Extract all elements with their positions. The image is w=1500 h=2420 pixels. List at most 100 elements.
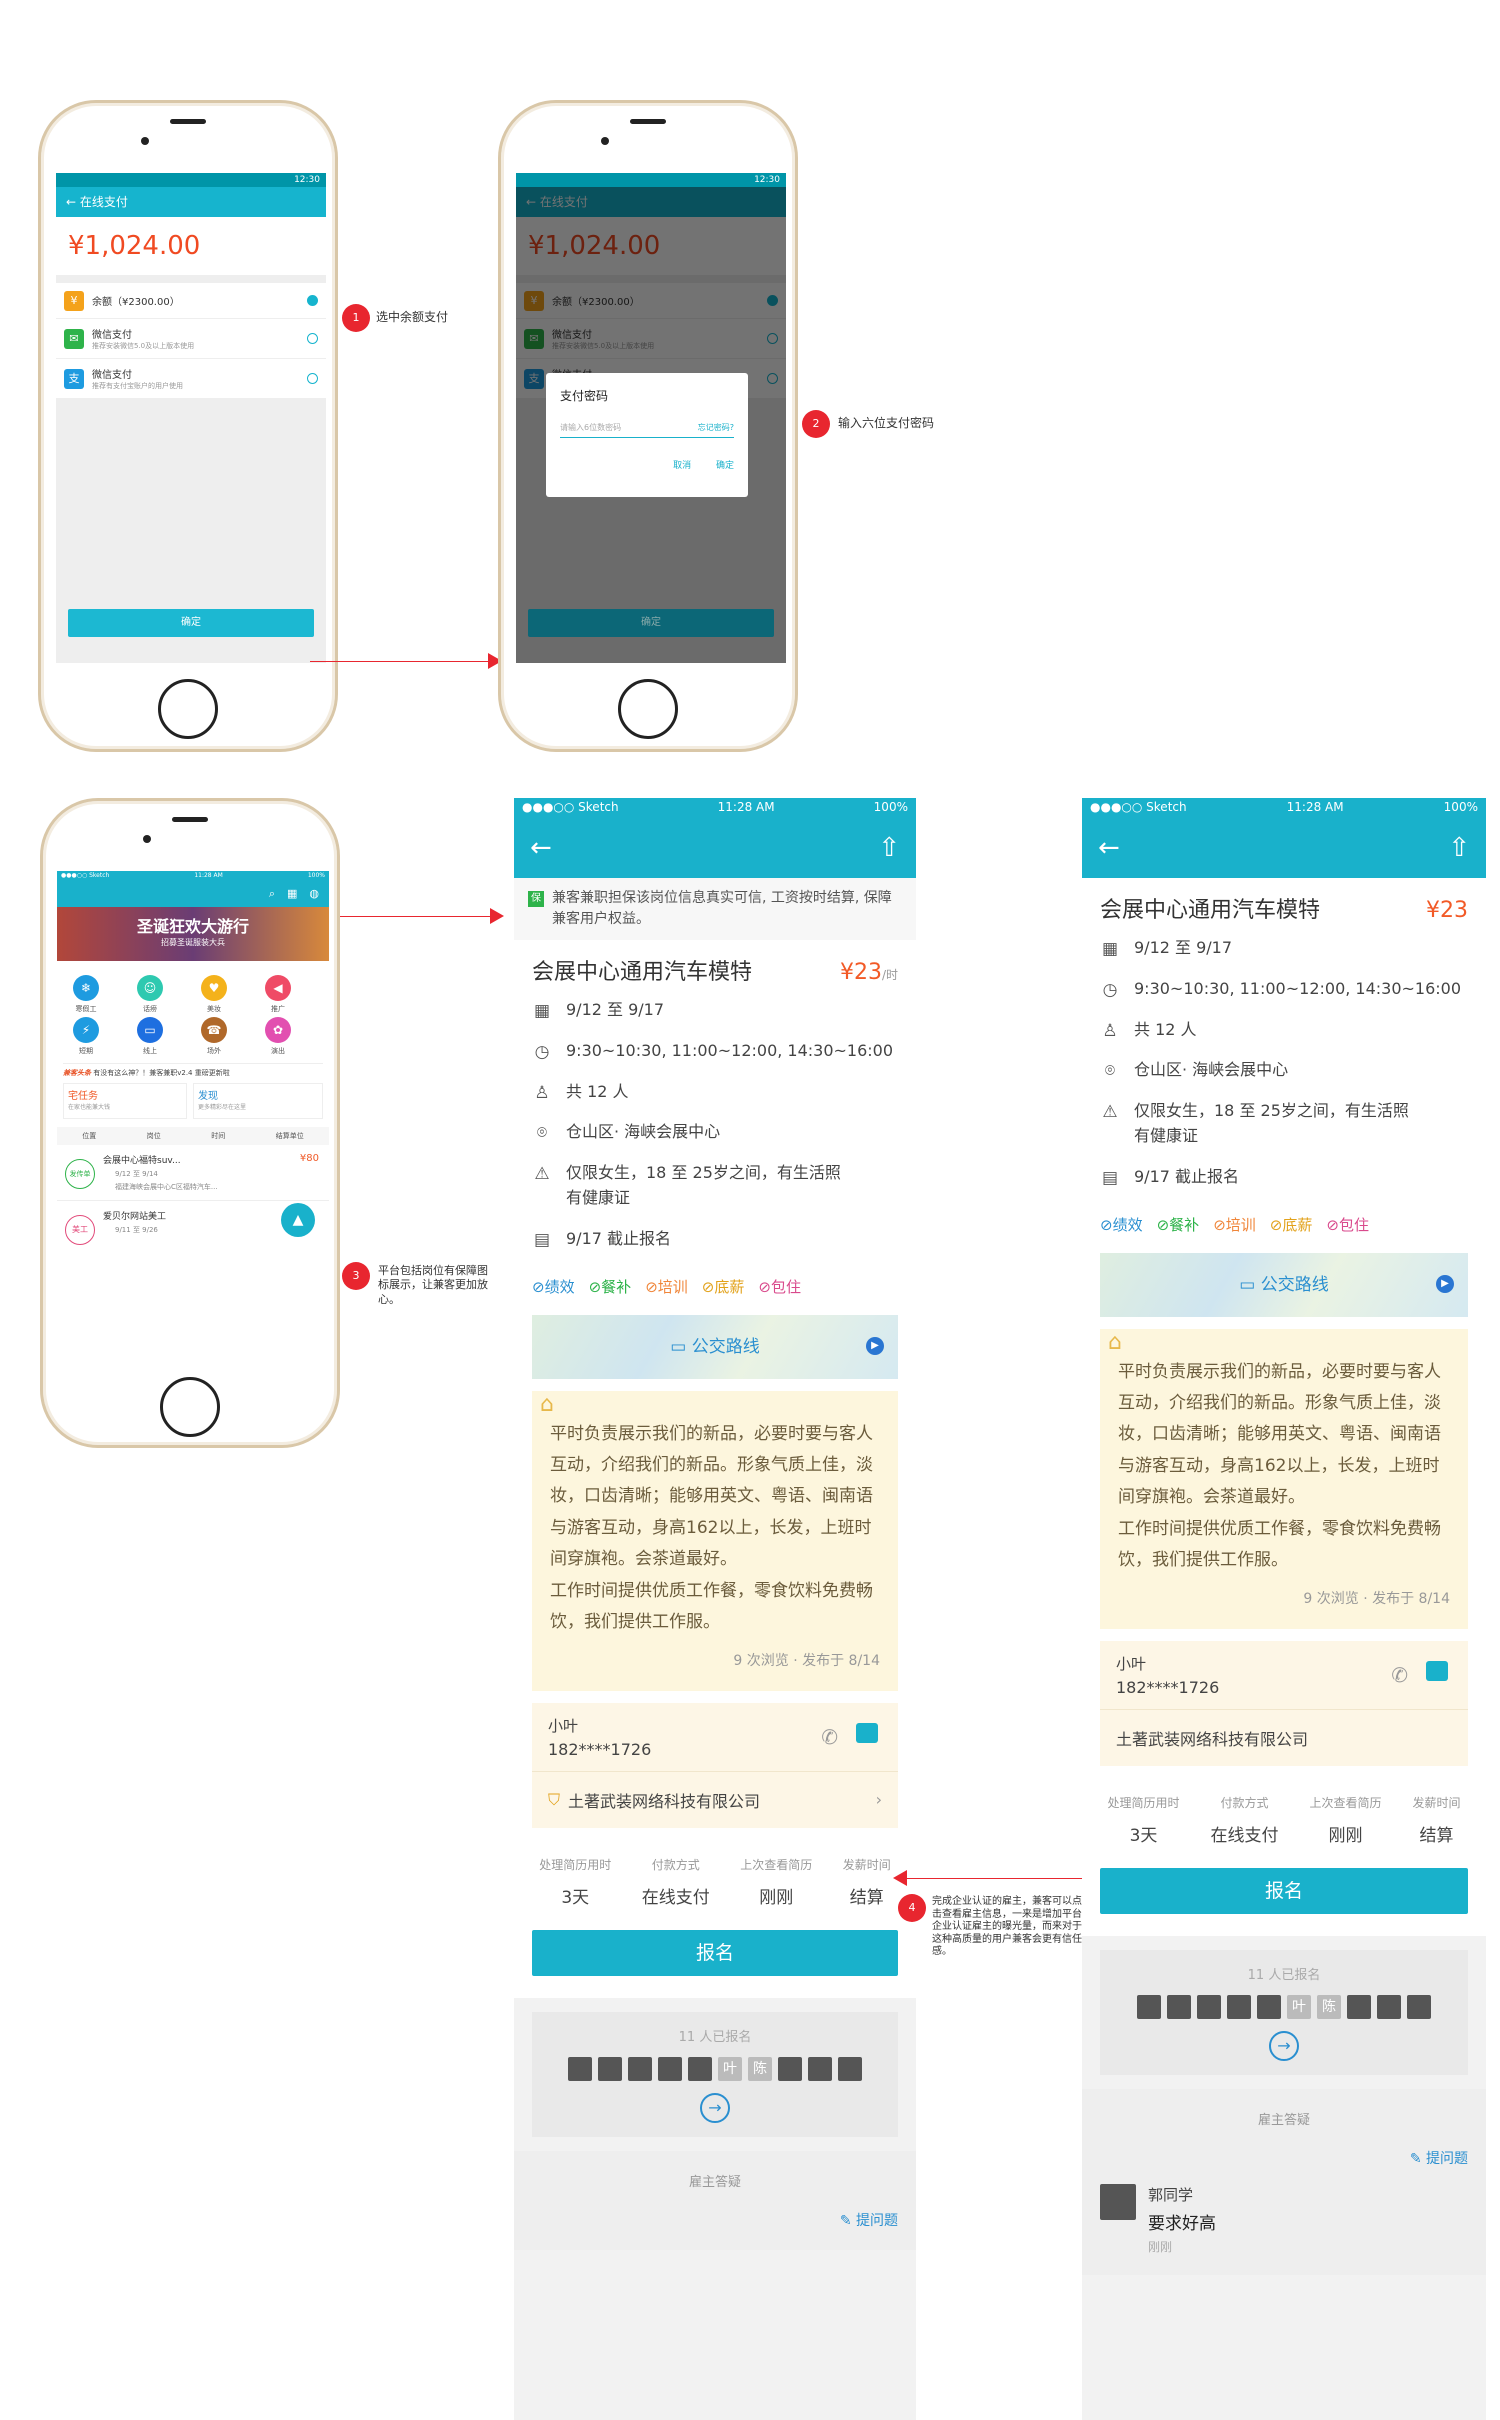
phone-frame-password: 12:30 ← 在线支付 ¥1,024.00 ¥余额（¥2300.00） ✉微信… [498, 100, 798, 752]
pay-option-wechat[interactable]: ✉ 微信支付推荐安装微信5.0及以上版本使用 [56, 319, 326, 359]
status-carrier: ●●●○○ Sketch [522, 800, 619, 814]
show-icon[interactable]: ✿ [265, 1017, 291, 1043]
paperclip-icon: ⌂ [1108, 1329, 1122, 1355]
avatar[interactable] [1227, 1994, 1251, 2019]
field-icon[interactable]: ☎ [201, 1017, 227, 1043]
avatar[interactable]: 叶 [718, 2056, 742, 2081]
password-input[interactable]: 请输入6位数密码 [560, 422, 621, 433]
more-arrow-icon[interactable]: → [1269, 2030, 1299, 2061]
ask-question-link[interactable]: ✎ 提问题 [532, 2210, 898, 2230]
bell-fab-icon[interactable]: ▲ [281, 1203, 315, 1237]
avatar[interactable] [1137, 1994, 1161, 2019]
calendar-icon[interactable]: ▦ [287, 887, 297, 901]
share-icon[interactable]: ⇧ [1448, 833, 1470, 863]
go-icon[interactable]: ▶ [866, 1336, 884, 1355]
guarantee-banner: 保兼客兼职担保该岗位信息真实可信, 工资按时结算, 保障兼客用户权益。 [514, 878, 916, 940]
balance-label: 余额（¥2300.00） [92, 297, 180, 308]
avatar[interactable] [778, 2056, 802, 2081]
avatar[interactable] [808, 2056, 832, 2081]
cancel-button[interactable]: 取消 [673, 461, 691, 471]
pay-option-alipay[interactable]: 支微信支付推荐有支付宝账户的用户使用 [56, 359, 326, 399]
message-icon[interactable] [1426, 1660, 1448, 1681]
status-bar: 12:30 [516, 173, 786, 187]
online-icon[interactable]: ▭ [137, 1017, 163, 1043]
signed-avatars: 叶陈 [542, 2056, 888, 2081]
qa-title: 雇主答疑 [1257, 2112, 1310, 2128]
apply-button[interactable]: 报名 [1100, 1867, 1468, 1914]
job-location: 仓山区· 海峡会展中心 [1134, 1060, 1289, 1080]
forgot-password-link[interactable]: 忘记密码? [698, 422, 734, 433]
ask-question-link[interactable]: ✎ 提问题 [1100, 2148, 1468, 2168]
back-icon[interactable]: ← [66, 195, 76, 209]
filter-time[interactable]: 时间 [211, 1127, 225, 1145]
phone-icon[interactable]: ✆ [1391, 1663, 1408, 1687]
filter-post[interactable]: 岗位 [147, 1127, 161, 1145]
avatar[interactable] [1347, 1994, 1371, 2019]
radio-selected-icon[interactable] [307, 295, 318, 306]
avatar[interactable] [1100, 2183, 1136, 2220]
banner[interactable]: 圣诞狂欢大游行 招募圣诞服装大兵 [57, 907, 329, 961]
bus-route-label: 公交路线 [691, 1336, 760, 1357]
qa-item: 郭同学 要求好高 刚刚 [1100, 2183, 1468, 2255]
filter-location[interactable]: 位置 [82, 1127, 96, 1145]
people-icon: ♙ [1102, 1020, 1118, 1041]
stat: 上次查看简历 刚刚 [1309, 1795, 1382, 1846]
headline[interactable]: 兼客头条 有没有这么神？！兼客兼职v2.4 重磅更新啦 [63, 1063, 323, 1078]
wallet-icon[interactable]: ◍ [309, 887, 319, 901]
back-icon[interactable]: ← [530, 833, 552, 863]
discover-card[interactable]: 发现 更多精彩尽在这里 [193, 1083, 323, 1119]
stat: 付款方式 在线支付 [641, 1857, 710, 1908]
talk-icon[interactable]: ☺ [137, 975, 163, 1001]
avatar[interactable] [658, 2056, 682, 2081]
short-term-icon[interactable]: ⚡ [73, 1017, 99, 1043]
avatar[interactable]: 叶 [1287, 1994, 1311, 2019]
qa-question: 要求好高 [1148, 2213, 1216, 2234]
search-icon[interactable]: ⌕ [269, 887, 275, 901]
cat-label: 场外 [207, 1047, 221, 1055]
home-button [618, 679, 678, 739]
phone-icon[interactable]: ✆ [821, 1725, 838, 1749]
confirm-button: 确定 [528, 609, 774, 637]
avatar[interactable] [1197, 1994, 1221, 2019]
more-arrow-icon[interactable]: → [700, 2092, 730, 2123]
go-icon[interactable]: ▶ [1436, 1274, 1454, 1293]
radio-icon[interactable] [307, 373, 318, 384]
share-icon[interactable]: ⇧ [878, 833, 900, 863]
confirm-button[interactable]: 确定 [68, 609, 314, 637]
beauty-icon[interactable]: ♥ [201, 975, 227, 1001]
job-item-1[interactable]: 发传单 会展中心福特suv... ¥80 9/12 至 9/14 福建海峡会展中… [57, 1149, 329, 1201]
avatar[interactable] [688, 2056, 712, 2081]
bus-route-map[interactable]: ▭ 公交路线 ▶ [1100, 1252, 1468, 1317]
avatar[interactable] [1257, 1994, 1281, 2019]
avatar[interactable] [838, 2056, 862, 2081]
avatar[interactable] [1167, 1994, 1191, 2019]
status-bar: ●●●○○ Sketch 11:28 AM 100% [57, 871, 329, 881]
stat: 上次查看简历 刚刚 [740, 1857, 813, 1908]
bus-route-map[interactable]: ▭ 公交路线 ▶ [532, 1314, 898, 1379]
home-task-card[interactable]: 宅任务 在家也能兼大钱 [63, 1083, 187, 1119]
pay-option-balance[interactable]: ¥ 余额（¥2300.00） [56, 283, 326, 319]
qa-time: 刚刚 [1148, 2239, 1173, 2254]
home-button [158, 679, 218, 739]
avatar[interactable] [568, 2056, 592, 2081]
status-carrier: ●●●○○ Sketch [1090, 800, 1187, 814]
location-icon: ⌾ [1104, 1061, 1116, 1082]
avatar[interactable] [598, 2056, 622, 2081]
password-screen: 12:30 ← 在线支付 ¥1,024.00 ¥余额（¥2300.00） ✉微信… [516, 173, 786, 663]
company-row[interactable]: ⛉ 土著武装网络科技有限公司 › [532, 1770, 898, 1828]
radio-icon[interactable] [307, 333, 318, 344]
message-icon[interactable] [856, 1722, 878, 1743]
avatar[interactable] [1407, 1994, 1431, 2019]
ok-button[interactable]: 确定 [716, 461, 734, 471]
promo-icon[interactable]: ◀ [265, 975, 291, 1001]
avatar[interactable] [628, 2056, 652, 2081]
avatar[interactable]: 陈 [748, 2056, 772, 2081]
filter-settle[interactable]: 结算单位 [276, 1127, 304, 1145]
front-camera [141, 137, 149, 145]
back-icon[interactable]: ← [1098, 833, 1120, 863]
avatar[interactable]: 陈 [1317, 1994, 1341, 2019]
apply-button[interactable]: 报名 [532, 1929, 898, 1976]
job-price: ¥23 [1426, 898, 1468, 923]
winter-job-icon[interactable]: ❄ [73, 975, 99, 1001]
avatar[interactable] [1377, 1994, 1401, 2019]
